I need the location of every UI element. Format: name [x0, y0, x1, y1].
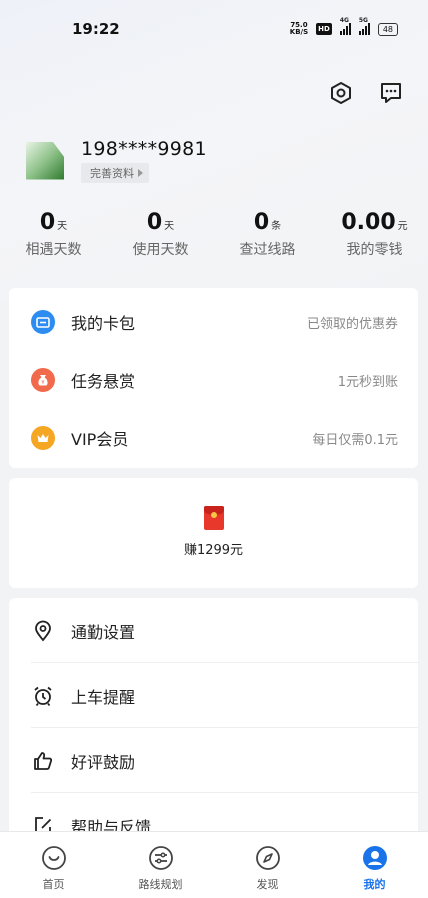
arrow-right-icon [138, 169, 143, 177]
nav-label: 首页 [42, 878, 65, 891]
wallet-icon [31, 310, 55, 334]
profile-icon [362, 846, 387, 870]
thumbs-up-icon [34, 751, 53, 770]
nav-label: 我的 [363, 878, 386, 891]
profile-info: 198****9981 完善资料 [81, 138, 207, 183]
stat-value: 0 [146, 210, 163, 235]
stat-value: 0 [39, 210, 56, 235]
red-envelope-icon [203, 506, 224, 530]
network-speed: 75.0 KB/S [290, 22, 308, 36]
nav-label: 路线规划 [138, 878, 183, 891]
route-icon [148, 846, 173, 870]
crown-icon [31, 426, 55, 450]
home-icon [41, 846, 66, 870]
network-speed-unit: KB/S [289, 28, 309, 36]
nav-route-planning[interactable]: 路线规划 [107, 832, 214, 898]
complete-profile-button[interactable]: 完善资料 [81, 163, 149, 183]
settings-item-boarding-reminder[interactable]: 上车提醒 [9, 663, 418, 728]
settings-item-label: 通勤设置 [71, 622, 136, 642]
stat-use-days[interactable]: 0天 使用天数 [107, 210, 214, 259]
alarm-clock-icon [34, 686, 52, 706]
header-actions [328, 80, 404, 106]
stat-label: 相遇天数 [25, 242, 82, 258]
signal-4g-tag: 4G [339, 17, 349, 24]
hd-icon: HD [316, 23, 332, 35]
signal-4g-icon: 4G [339, 17, 351, 35]
settings-item-rate-us[interactable]: 好评鼓励 [9, 728, 418, 793]
menu-item-vip[interactable]: VIP会员 每日仅需0.1元 [9, 409, 418, 467]
settings-icon[interactable] [328, 80, 354, 106]
settings-card: 通勤设置 上车提醒 好评鼓励 帮助与反馈 [9, 598, 418, 858]
menu-item-hint: 每日仅需0.1元 [312, 432, 398, 448]
message-icon[interactable] [378, 80, 404, 106]
menu-item-label: 我的卡包 [71, 314, 136, 333]
signal-5g-icon: 5G [358, 17, 370, 35]
stat-meet-days[interactable]: 0天 相遇天数 [0, 210, 107, 259]
nav-mine[interactable]: 我的 [321, 832, 428, 898]
nav-label: 发现 [256, 878, 279, 891]
stat-unit: 条 [271, 221, 282, 232]
red-envelope-promo[interactable]: 赚1299元 [9, 478, 418, 558]
compass-icon [255, 846, 280, 870]
settings-item-label: 好评鼓励 [71, 752, 136, 772]
stat-unit: 天 [57, 221, 68, 232]
status-bar: 19:22 75.0 KB/S HD 4G 5G 48 [0, 0, 428, 58]
stat-balance[interactable]: 0.00 元 我的零钱 [321, 210, 428, 259]
settings-item-commute[interactable]: 通勤设置 [9, 598, 418, 663]
promo-card[interactable]: 赚1299元 [9, 478, 418, 588]
earn-label: 赚1299元 [183, 543, 244, 558]
signal-5g-tag: 5G [358, 17, 368, 24]
settings-item-label: 上车提醒 [71, 687, 136, 707]
stat-routes-checked[interactable]: 0条 查过线路 [214, 210, 321, 259]
avatar[interactable] [26, 141, 64, 180]
nav-discover[interactable]: 发现 [214, 832, 321, 898]
user-profile[interactable]: 198****9981 完善资料 [26, 138, 207, 183]
nav-home[interactable]: 首页 [0, 832, 107, 898]
stat-label: 我的零钱 [346, 242, 403, 258]
money-bag-icon: ¥ [31, 368, 55, 392]
stat-label: 使用天数 [132, 242, 189, 258]
menu-item-card-wallet[interactable]: 我的卡包 已领取的优惠券 [9, 293, 418, 351]
stat-value: 0 [253, 210, 270, 235]
stat-unit: 天 [164, 221, 175, 232]
battery-icon: 48 [377, 22, 398, 36]
svg-text:¥: ¥ [41, 380, 44, 386]
menu-item-hint: 1元秒到账 [337, 374, 398, 390]
stat-unit: 元 [397, 221, 408, 232]
menu-item-hint: 已领取的优惠券 [306, 316, 398, 332]
location-pin-icon [35, 620, 51, 641]
menu-item-task-reward[interactable]: ¥ 任务悬赏 1元秒到账 [9, 351, 418, 409]
status-indicators: 75.0 KB/S HD 4G 5G 48 [290, 17, 398, 36]
menu-item-label: 任务悬赏 [71, 372, 136, 391]
stat-value: 0.00 [341, 210, 396, 235]
menu-item-label: VIP会员 [71, 430, 129, 449]
stat-label: 查过线路 [239, 242, 296, 258]
user-phone: 198****9981 [81, 138, 207, 160]
user-stats: 0天 相遇天数 0天 使用天数 0条 查过线路 0.00 元 我的零钱 [0, 210, 428, 259]
benefits-card: 我的卡包 已领取的优惠券 ¥ 任务悬赏 1元秒到账 VIP会员 每日仅需0.1元 [9, 288, 418, 468]
bottom-navigation: 首页 路线规划 发现 我的 [0, 831, 428, 898]
complete-profile-label: 完善资料 [90, 167, 134, 180]
status-time: 19:22 [72, 20, 120, 38]
